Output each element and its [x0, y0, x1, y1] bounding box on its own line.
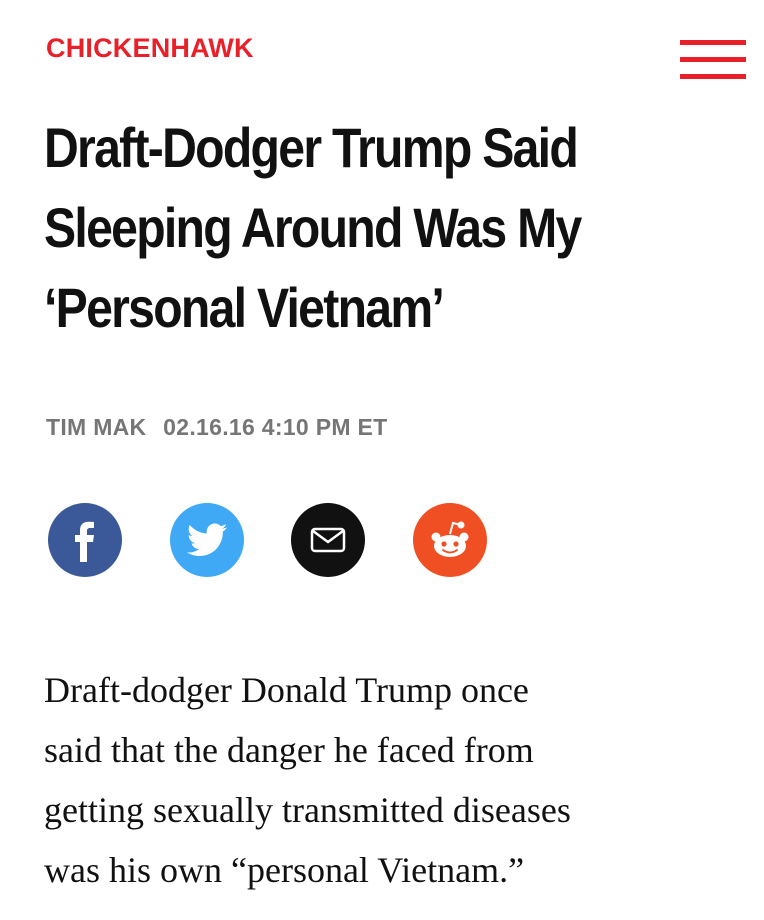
publish-date: 02.16.16 4:10 PM ET — [163, 414, 388, 440]
share-bar — [48, 503, 498, 577]
twitter-icon — [187, 523, 227, 556]
facebook-share-button[interactable] — [48, 503, 122, 577]
article-body: Draft-dodger Donald Trump once said that… — [44, 660, 734, 900]
author-name[interactable]: TIM MAK — [46, 414, 146, 440]
body-line: said that the danger he faced from — [44, 730, 534, 770]
menu-bar — [680, 57, 746, 62]
menu-bar — [680, 40, 746, 45]
body-line: Draft-dodger Donald Trump once — [44, 670, 529, 710]
twitter-share-button[interactable] — [170, 503, 244, 577]
headline-line: Sleeping Around Was My — [44, 196, 582, 259]
byline: TIM MAK 02.16.16 4:10 PM ET — [46, 414, 388, 441]
body-line: getting sexually transmitted diseases — [44, 790, 571, 830]
menu-bar — [680, 74, 746, 79]
section-kicker[interactable]: CHICKENHAWK — [46, 33, 254, 64]
headline-line: ‘Personal Vietnam’ — [44, 276, 445, 339]
hamburger-menu-icon[interactable] — [680, 40, 746, 82]
article-headline: Draft-Dodger Trump Said Sleeping Around … — [44, 108, 646, 348]
facebook-icon — [75, 521, 94, 562]
body-line: was his own “personal Vietnam.” — [44, 850, 525, 890]
reddit-share-button[interactable] — [413, 503, 487, 577]
email-icon — [310, 527, 346, 553]
reddit-icon — [431, 521, 469, 557]
headline-line: Draft-Dodger Trump Said — [44, 116, 579, 179]
email-share-button[interactable] — [291, 503, 365, 577]
